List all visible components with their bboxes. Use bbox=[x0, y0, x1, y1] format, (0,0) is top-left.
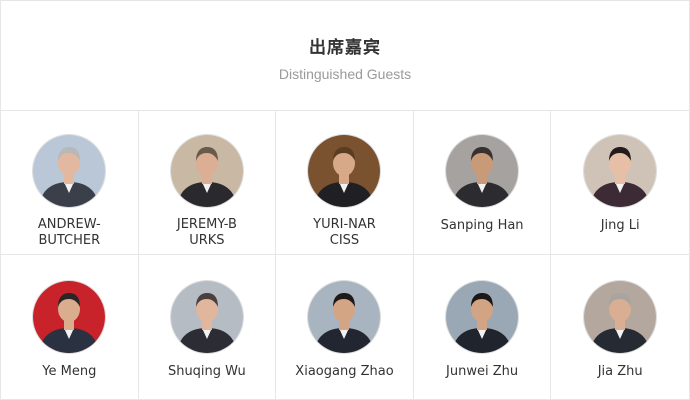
guest-avatar[interactable] bbox=[584, 135, 657, 207]
guest-card[interactable]: Ye Meng bbox=[1, 255, 139, 399]
section-header: 出席嘉宾 Distinguished Guests bbox=[1, 1, 689, 111]
guest-avatar[interactable] bbox=[308, 135, 381, 207]
section-subtitle: Distinguished Guests bbox=[278, 66, 412, 82]
guest-card[interactable]: Shuqing Wu bbox=[139, 255, 277, 399]
guest-grid: ANDREW-BUTCHER JEREMY-BURKS YURI-NARCISS… bbox=[1, 111, 689, 399]
guest-card[interactable]: Junwei Zhu bbox=[414, 255, 552, 399]
guest-card[interactable]: YURI-NARCISS bbox=[276, 111, 414, 255]
guest-name: YURI-NARCISS bbox=[313, 217, 376, 248]
guest-avatar[interactable] bbox=[170, 281, 243, 353]
guest-avatar[interactable] bbox=[446, 281, 519, 353]
guest-name: Ye Meng bbox=[42, 364, 97, 379]
section-title: 出席嘉宾 bbox=[309, 38, 381, 58]
guest-avatar[interactable] bbox=[584, 281, 657, 353]
guest-name: Shuqing Wu bbox=[167, 364, 246, 379]
guest-avatar[interactable] bbox=[446, 135, 519, 207]
guest-avatar[interactable] bbox=[33, 135, 106, 207]
guest-card[interactable]: Jing Li bbox=[551, 111, 689, 255]
guest-avatar[interactable] bbox=[33, 281, 106, 353]
guest-card[interactable]: Sanping Han bbox=[413, 111, 552, 255]
guest-avatar[interactable] bbox=[308, 281, 381, 353]
guest-name: JEREMY-BURKS bbox=[176, 217, 237, 248]
guest-card[interactable]: ANDREW-BUTCHER bbox=[1, 111, 139, 255]
guest-avatar[interactable] bbox=[170, 135, 243, 207]
guest-name: Xiaogang Zhao bbox=[295, 364, 394, 379]
guest-name: Jing Li bbox=[600, 218, 640, 233]
guests-panel: 出席嘉宾 Distinguished Guests ANDREW-BUTCHER… bbox=[0, 0, 690, 400]
guest-name: Jia Zhu bbox=[597, 364, 643, 379]
guest-card[interactable]: Jia Zhu bbox=[551, 255, 689, 399]
guest-card[interactable]: Xiaogang Zhao bbox=[276, 255, 414, 399]
guest-name: Sanping Han bbox=[440, 218, 524, 233]
guest-name: Junwei Zhu bbox=[446, 364, 519, 379]
guest-card[interactable]: JEREMY-BURKS bbox=[138, 111, 277, 255]
guest-name: ANDREW-BUTCHER bbox=[37, 217, 101, 248]
